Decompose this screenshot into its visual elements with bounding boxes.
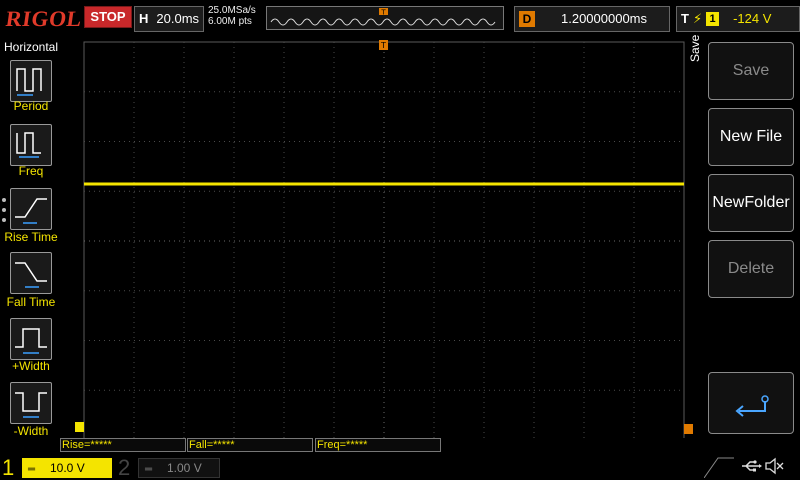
measure-rise-time-button[interactable] xyxy=(10,188,52,230)
graticule-grid: T xyxy=(75,40,693,441)
page-dot-3 xyxy=(2,218,6,222)
measure-menu-title: Horizontal xyxy=(3,40,59,54)
frequency-result[interactable]: Freq=***** xyxy=(315,438,441,452)
svg-text:T: T xyxy=(380,9,386,17)
measure-period-button[interactable] xyxy=(10,60,52,102)
measure-negative-width-label: -Width xyxy=(13,424,49,438)
delay-value: 1.20000000ms xyxy=(561,11,648,26)
timebase-key: H xyxy=(139,11,149,26)
measure-positive-width-button[interactable] xyxy=(10,318,52,360)
memory-depth: 6.00M pts xyxy=(208,16,252,27)
new-folder-button[interactable]: NewFolder xyxy=(708,174,794,232)
measure-negative-width-button[interactable] xyxy=(10,382,52,424)
frequency-icon xyxy=(16,132,41,158)
acquisition-info: 25.0MSa/s 6.00M pts xyxy=(208,5,256,27)
ch1-ground-marker[interactable] xyxy=(75,422,84,432)
ch2-scale-value: 1.00 V xyxy=(167,461,202,475)
delete-button[interactable]: Delete xyxy=(708,240,794,298)
ch2-number[interactable]: 2 xyxy=(118,456,134,480)
measure-freq-button[interactable] xyxy=(10,124,52,166)
usb-icon xyxy=(742,460,762,472)
page-dot-1 xyxy=(2,198,6,202)
delay-offset-box[interactable]: D 1.20000000ms xyxy=(514,6,670,32)
trigger-source: 1 xyxy=(706,12,720,26)
ch1-number[interactable]: 1 xyxy=(2,456,22,480)
dc-coupling-icon: ═ xyxy=(28,464,36,475)
save-menu-title: Save xyxy=(688,34,702,62)
measure-fall-time-label: Fall Time xyxy=(6,295,56,309)
new-file-button[interactable]: New File xyxy=(708,108,794,166)
horizontal-timebase-box[interactable]: H 20.0ms xyxy=(134,6,204,32)
return-arrow-icon xyxy=(735,395,769,417)
rising-edge-icon: ⚡ xyxy=(692,11,703,26)
trigger-box[interactable]: T ⚡ 1 -124 V xyxy=(676,6,800,32)
measure-positive-width-label: +Width xyxy=(12,359,50,373)
measure-rise-time-label: Rise Time xyxy=(4,230,58,244)
trigger-position-marker[interactable]: T xyxy=(379,40,388,50)
rise-time-icon xyxy=(15,198,47,224)
memory-overview-graphic: T xyxy=(270,8,496,26)
svg-text:T: T xyxy=(380,41,386,50)
measure-period-label: Period xyxy=(13,99,49,113)
positive-width-icon xyxy=(15,328,47,354)
mute-speaker-icon[interactable] xyxy=(764,456,786,476)
memory-waveform-overview[interactable]: T xyxy=(266,6,504,30)
rise-time-result[interactable]: Rise=***** xyxy=(60,438,186,452)
timebase-value: 20.0ms xyxy=(156,11,200,26)
delay-key: D xyxy=(519,11,535,27)
measure-freq-label: Freq xyxy=(18,164,44,178)
save-button[interactable]: Save xyxy=(708,42,794,100)
trigger-level: -124 V xyxy=(733,11,772,26)
status-slash-decoration xyxy=(704,457,734,478)
trigger-key: T xyxy=(681,11,689,26)
period-icon xyxy=(16,68,42,96)
fall-time-result[interactable]: Fall=***** xyxy=(187,438,313,452)
fall-time-icon xyxy=(15,262,47,288)
negative-width-icon xyxy=(15,392,47,418)
page-dot-2 xyxy=(2,208,6,212)
measure-fall-time-button[interactable] xyxy=(10,252,52,294)
ch2-scale-box[interactable]: ═ 1.00 V xyxy=(138,458,220,478)
return-button[interactable] xyxy=(708,372,794,434)
ch1-scale-value: 10.0 V xyxy=(50,461,85,475)
dc-coupling-icon: ═ xyxy=(145,464,153,475)
sample-rate: 25.0MSa/s xyxy=(208,5,256,16)
ch1-scale-box[interactable]: ═ 10.0 V xyxy=(22,458,112,478)
waveform-display-area[interactable]: T xyxy=(62,38,702,441)
run-stop-indicator[interactable]: STOP xyxy=(84,6,132,28)
brand-logo: RIGOL xyxy=(4,6,84,31)
trigger-level-marker[interactable] xyxy=(684,424,693,434)
